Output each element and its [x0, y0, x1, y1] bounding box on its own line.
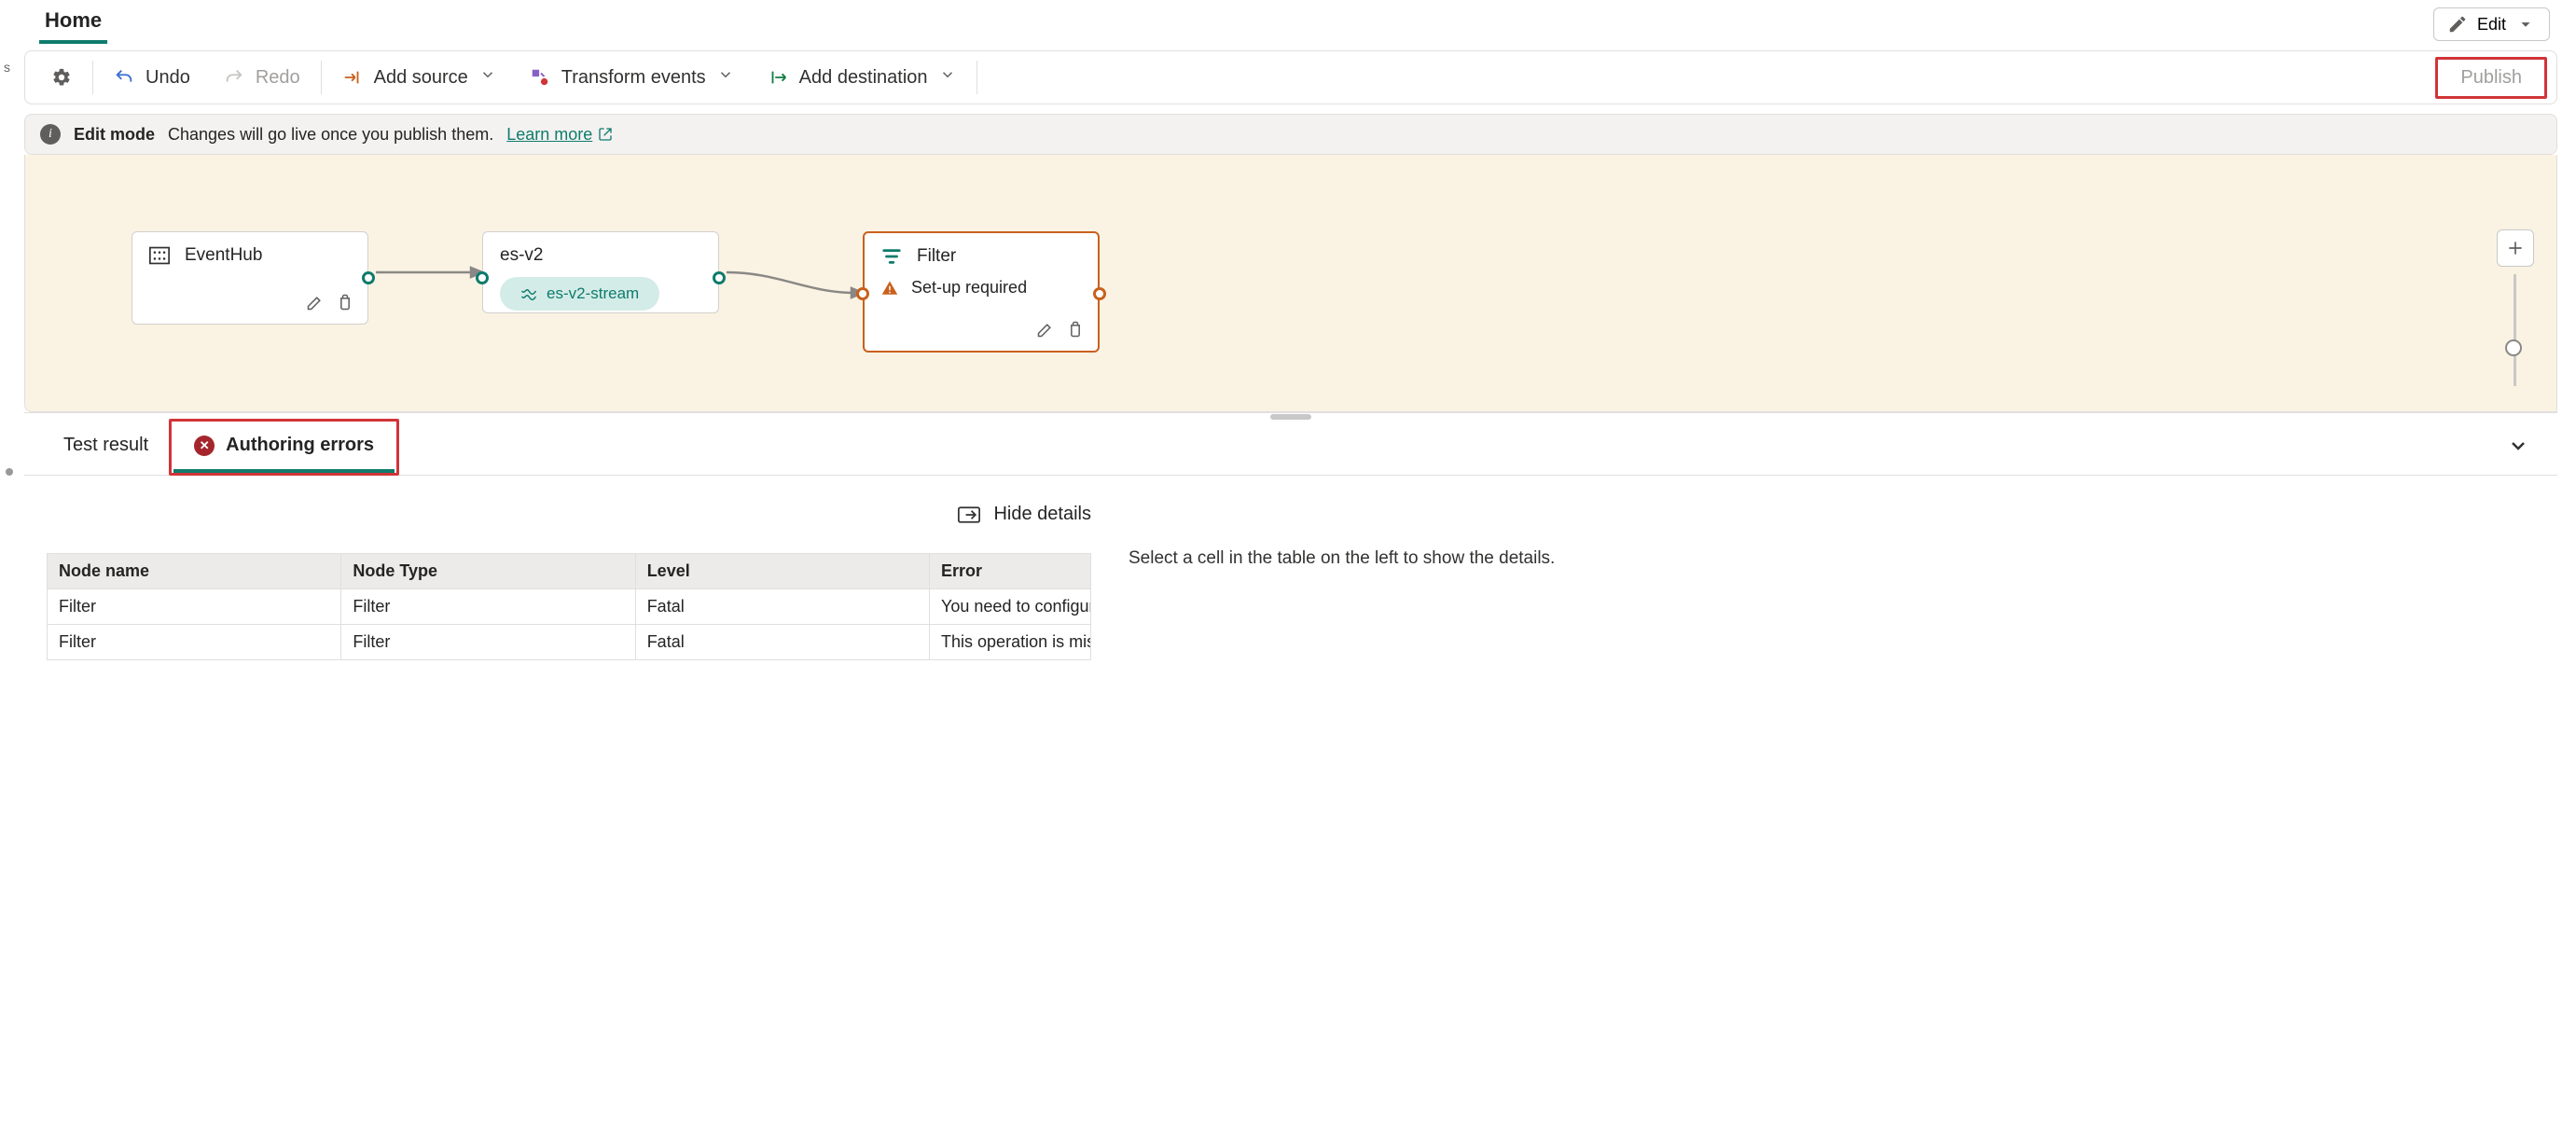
- sidebar-dot: [6, 468, 13, 476]
- errors-table: Node name Node Type Level Error Filter F…: [47, 553, 1091, 660]
- delete-node-button[interactable]: [336, 293, 354, 314]
- add-destination-button[interactable]: Add destination: [751, 66, 973, 89]
- cell-node-type[interactable]: Filter: [341, 625, 635, 660]
- info-bar: i Edit mode Changes will go live once yo…: [24, 114, 2557, 155]
- cell-level[interactable]: Fatal: [635, 589, 929, 625]
- chevron-down-icon: [2507, 435, 2529, 457]
- tab-test-result[interactable]: Test result: [43, 422, 169, 473]
- tab-home[interactable]: Home: [39, 5, 107, 44]
- warning-icon: [881, 280, 898, 297]
- connector-esv2-to-filter: [723, 259, 868, 306]
- col-header-error[interactable]: Error: [930, 554, 1091, 589]
- learn-more-label: Learn more: [506, 125, 592, 145]
- edit-button[interactable]: Edit: [2433, 7, 2550, 41]
- header: Home Edit: [24, 4, 2557, 45]
- hide-details-button[interactable]: Hide details: [47, 504, 1091, 525]
- transform-events-button[interactable]: Transform events: [513, 66, 751, 89]
- undo-button[interactable]: Undo: [97, 67, 207, 89]
- eventhub-icon: [149, 245, 170, 266]
- col-header-node-type[interactable]: Node Type: [341, 554, 635, 589]
- plus-icon: [2506, 239, 2525, 257]
- panel-resizer[interactable]: [24, 412, 2557, 420]
- delete-node-button[interactable]: [1066, 320, 1085, 341]
- table-row[interactable]: Filter Filter Fatal You need to configur…: [48, 589, 1091, 625]
- connector-eventhub-to-esv2: [372, 259, 488, 287]
- canvas[interactable]: EventHub es-v2 es-v2-s: [24, 155, 2557, 412]
- error-detail-placeholder: Select a cell in the table on the left t…: [1129, 504, 2535, 660]
- col-header-node-name[interactable]: Node name: [48, 554, 341, 589]
- learn-more-link[interactable]: Learn more: [506, 125, 613, 145]
- info-icon: i: [40, 124, 61, 145]
- hide-details-label: Hide details: [993, 504, 1091, 525]
- input-port[interactable]: [856, 287, 869, 300]
- edit-button-label: Edit: [2477, 15, 2506, 35]
- chevron-down-icon: [479, 66, 496, 89]
- errors-panel: Hide details Node name Node Type Level E…: [24, 476, 2557, 683]
- filter-icon: [881, 246, 902, 267]
- node-esv2-title: es-v2: [500, 245, 543, 266]
- undo-label: Undo: [145, 67, 190, 89]
- add-source-button[interactable]: Add source: [325, 66, 513, 89]
- chevron-down-icon: [717, 66, 734, 89]
- toolbar: Undo Redo Add source: [24, 50, 2557, 104]
- tab-authoring-errors-label: Authoring errors: [226, 435, 374, 456]
- node-filter[interactable]: Filter Set-up required: [863, 231, 1100, 353]
- info-bar-message: Changes will go live once you publish th…: [168, 125, 493, 145]
- stream-icon: [520, 287, 537, 300]
- chevron-down-icon: [939, 66, 956, 89]
- publish-button[interactable]: Publish: [2435, 57, 2547, 99]
- zoom-thumb[interactable]: [2505, 339, 2522, 356]
- table-row[interactable]: Filter Filter Fatal This operation is mi…: [48, 625, 1091, 660]
- cell-error[interactable]: This operation is missin: [930, 625, 1091, 660]
- node-eventhub[interactable]: EventHub: [132, 231, 368, 325]
- add-source-label: Add source: [374, 67, 468, 89]
- col-header-level[interactable]: Level: [635, 554, 929, 589]
- cell-node-type[interactable]: Filter: [341, 589, 635, 625]
- sidebar-hint-letter: s: [4, 60, 10, 75]
- bottom-tabs: Test result ✕ Authoring errors: [24, 420, 2557, 476]
- redo-label: Redo: [256, 67, 300, 89]
- redo-button[interactable]: Redo: [207, 67, 317, 89]
- tab-authoring-errors[interactable]: ✕ Authoring errors: [173, 422, 395, 473]
- table-header-row: Node name Node Type Level Error: [48, 554, 1091, 589]
- pencil-icon: [2447, 14, 2468, 35]
- external-link-icon: [598, 127, 613, 142]
- node-filter-title: Filter: [917, 246, 956, 267]
- add-node-button[interactable]: [2497, 229, 2534, 267]
- cell-node-name[interactable]: Filter: [48, 625, 341, 660]
- zoom-slider[interactable]: [2514, 274, 2516, 386]
- output-port[interactable]: [1093, 287, 1106, 300]
- edit-node-button[interactable]: [1036, 320, 1055, 341]
- cell-node-name[interactable]: Filter: [48, 589, 341, 625]
- add-destination-label: Add destination: [799, 67, 928, 89]
- caret-down-icon: [2515, 14, 2536, 35]
- transform-icon: [530, 67, 550, 88]
- error-badge-icon: ✕: [194, 436, 215, 456]
- transform-events-label: Transform events: [561, 67, 706, 89]
- settings-button[interactable]: [35, 67, 89, 88]
- node-filter-warning: Set-up required: [911, 278, 1027, 298]
- undo-icon: [114, 67, 134, 88]
- destination-out-icon: [768, 67, 788, 88]
- collapse-panel-button[interactable]: [2498, 425, 2539, 469]
- input-port[interactable]: [476, 271, 489, 284]
- source-in-icon: [342, 67, 363, 88]
- stream-pill-label: es-v2-stream: [547, 284, 639, 303]
- info-bar-title: Edit mode: [74, 125, 155, 145]
- redo-icon: [224, 67, 244, 88]
- cell-error[interactable]: You need to configure t: [930, 589, 1091, 625]
- stream-pill[interactable]: es-v2-stream: [500, 277, 659, 311]
- node-esv2[interactable]: es-v2 es-v2-stream: [482, 231, 719, 313]
- collapse-right-icon: [958, 505, 980, 524]
- edit-node-button[interactable]: [306, 293, 325, 314]
- cell-level[interactable]: Fatal: [635, 625, 929, 660]
- node-eventhub-title: EventHub: [185, 245, 262, 266]
- gear-icon: [51, 67, 72, 88]
